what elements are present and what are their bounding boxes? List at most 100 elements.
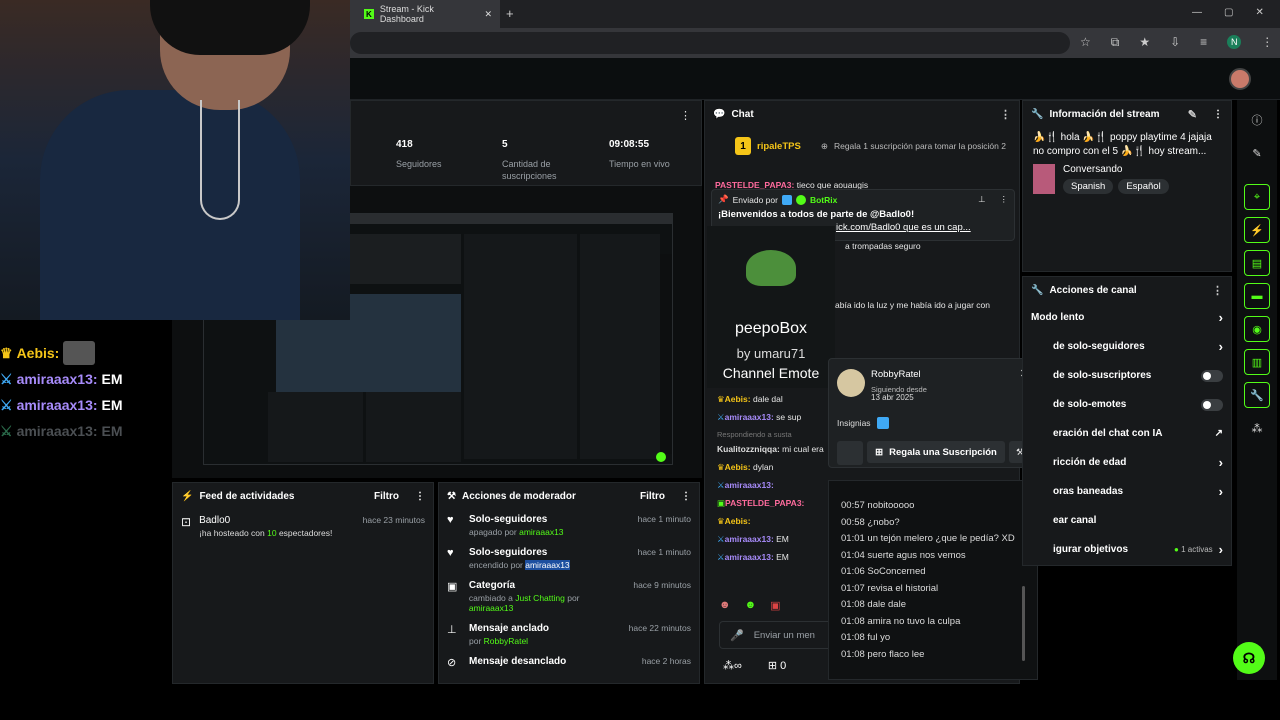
chat-message: ♛Aebis: xyxy=(717,515,751,526)
mod-actions-panel: ⚒ Acciones de moderador Filtro ⋮ ♥ Solo-… xyxy=(438,482,700,684)
slow-mode-row[interactable]: Modo lento › xyxy=(1023,303,1231,332)
mod-menu-icon[interactable]: ⋮ xyxy=(681,491,691,502)
emote-icon[interactable]: ▣ xyxy=(770,599,780,612)
verified-badge-icon xyxy=(795,194,806,205)
edit-icon[interactable]: ✎ xyxy=(1188,108,1197,121)
history-line: 01:06 SoConcerned xyxy=(841,566,926,577)
overlay-chat-line: ⚔ amiraaax13: EM xyxy=(0,396,123,414)
chevron-right-icon: › xyxy=(1218,455,1223,470)
tab-close-icon[interactable]: ✕ xyxy=(484,9,492,20)
chevron-right-icon: › xyxy=(1218,310,1223,325)
chat-footer: ⁂∞ ⊞ 0 xyxy=(723,659,787,672)
feed-menu-icon[interactable]: ⋮ xyxy=(415,491,425,502)
wrench-icon: 🔧 xyxy=(1031,108,1044,120)
stream-info-menu-icon[interactable]: ⋮ xyxy=(1213,109,1223,120)
document-icon[interactable]: ▤ xyxy=(1244,250,1270,276)
history-scrollbar[interactable] xyxy=(1022,586,1025,661)
layout-icon[interactable]: ▥ xyxy=(1244,349,1270,375)
pin-icon: 📌 xyxy=(718,194,729,204)
tag-pill: Spanish xyxy=(1063,179,1114,194)
channel-actions-panel: 🔧 Acciones de canal ⋮ Modo lento › de sol… xyxy=(1022,276,1232,566)
raid-channel-row[interactable]: ear canal xyxy=(1023,506,1231,535)
emotes-only-toggle[interactable] xyxy=(1201,398,1223,411)
chat-message: ⚔amiraaax13: EM xyxy=(717,551,789,562)
activity-feed-panel: ⚡ Feed de actividades Filtro ⋮ ⊡ Badlo0 … xyxy=(172,482,434,684)
goals-row[interactable]: igurar objetivos ● 1 activas › xyxy=(1023,535,1231,564)
webcam-feed xyxy=(0,0,350,320)
tab-title: Stream - Kick Dashboard xyxy=(379,4,434,24)
help-headset-button[interactable]: ☊ xyxy=(1233,642,1265,674)
bookmark-star-icon[interactable]: ☆ xyxy=(1080,35,1091,50)
add-widget-icon[interactable]: ⁂ xyxy=(1244,415,1270,441)
feed-filter-button[interactable]: Filtro xyxy=(374,491,399,502)
history-line: 01:04 suerte agus nos vemos xyxy=(841,549,966,561)
unpin-icon: ⊘ xyxy=(447,657,457,669)
emotes-only-row: de solo-emotes xyxy=(1023,390,1231,419)
lightning-icon[interactable]: ⚡ xyxy=(1244,217,1270,243)
chat-input[interactable]: 🎤 Enviar un men xyxy=(719,621,833,649)
rank-badge: 1 xyxy=(735,137,751,155)
subs-only-toggle[interactable] xyxy=(1201,369,1223,382)
channel-actions-menu-icon[interactable]: ⋮ xyxy=(1212,284,1223,297)
download-icon[interactable]: ⇩ xyxy=(1170,35,1180,50)
mic-icon[interactable]: 🎤 xyxy=(730,629,744,642)
chat-message: ▣PASTELDE_PAPA3: xyxy=(717,497,805,508)
history-line: 01:08 ful yo xyxy=(841,632,891,643)
address-bar[interactable] xyxy=(350,32,1070,54)
unpin-action-icon[interactable]: ⊥ xyxy=(978,194,985,205)
gift-box-icon[interactable]: ⊞ xyxy=(768,660,777,672)
profile-avatar[interactable]: N xyxy=(1227,35,1242,49)
extensions-icon[interactable]: ⧉ xyxy=(1111,35,1120,50)
chat-message: ⚔amiraaax13: EM xyxy=(717,533,789,544)
chat-header: 💬 Chat ⋮ xyxy=(713,108,1011,121)
chat-menu-icon[interactable]: ⋮ xyxy=(1000,108,1011,121)
chevron-right-icon: › xyxy=(1218,542,1223,557)
age-restriction-row[interactable]: ricción de edad › xyxy=(1023,448,1231,477)
info-icon[interactable]: ⓘ xyxy=(1244,107,1270,133)
browser-tab[interactable]: K Stream - Kick Dashboard ✕ xyxy=(350,0,500,28)
emote-card: peepoBox by umaru71 Channel Emote xyxy=(707,226,835,388)
ai-moderation-row[interactable]: eración del chat con IA ↗ xyxy=(1023,419,1231,448)
mod-badge-icon xyxy=(876,417,889,429)
new-tab-button[interactable]: + xyxy=(506,6,514,21)
heart-icon: ♥ xyxy=(447,514,454,526)
overlay-chat-line: ⚔ amiraaax13: EM xyxy=(0,422,123,440)
pinned-menu-icon[interactable]: ⋮ xyxy=(1000,194,1009,205)
mod-item: ♥ Solo-seguidores encendido por amiraaax… xyxy=(447,547,691,570)
banned-words-row[interactable]: oras baneadas › xyxy=(1023,477,1231,506)
mod-filter-button[interactable]: Filtro xyxy=(640,491,665,502)
chat-lower-messages: ♛Aebis: dale dal ⚔amiraaax13: se sup Res… xyxy=(713,391,843,567)
media-icon[interactable]: ≡ xyxy=(1200,35,1207,50)
user-avatar[interactable] xyxy=(1229,68,1251,90)
history-line: 01:08 dale dale xyxy=(841,599,906,610)
user-action-button[interactable] xyxy=(837,441,863,465)
wrench-icon[interactable]: 🔧 xyxy=(1244,382,1270,408)
close-window-icon[interactable]: ✕ xyxy=(1255,7,1263,18)
menu-icon[interactable]: ⋮ xyxy=(1261,35,1273,50)
emote-icon[interactable]: ☻ xyxy=(745,599,757,612)
user-card-avatar xyxy=(837,369,865,397)
infinity-icon[interactable]: ⁂∞ xyxy=(723,659,742,672)
broadcast-icon[interactable]: ◉ xyxy=(1244,316,1270,342)
maximize-icon[interactable]: ▢ xyxy=(1224,7,1233,18)
user-chat-history: 00:57 nobitooooo 00:58 ¿nobo? 01:01 un t… xyxy=(828,480,1038,680)
bookmarks-icon[interactable]: ★ xyxy=(1139,35,1150,50)
right-tool-rail: ⓘ ✎ ⌖ ⚡ ▤ ▬ ◉ ▥ 🔧 ⁂ xyxy=(1237,100,1277,680)
chat-icon[interactable]: ▬ xyxy=(1244,283,1270,309)
pencil-icon[interactable]: ✎ xyxy=(1244,140,1270,166)
chat-message: ♛Aebis: dylan xyxy=(717,462,774,473)
feed-item: ⊡ Badlo0 ¡ha hosteado con 10 espectadore… xyxy=(181,515,425,538)
emote-icon[interactable]: ☻ xyxy=(719,599,731,612)
history-line: 01:08 amira no tuvo la culpa xyxy=(841,615,961,627)
stats-menu-icon[interactable]: ⋮ xyxy=(680,109,691,122)
gift-sub-button[interactable]: ⊞ Regala una Suscripción xyxy=(867,441,1005,463)
host-icon: ⊡ xyxy=(181,515,192,529)
minimize-icon[interactable]: — xyxy=(1192,7,1202,18)
chevron-right-icon: › xyxy=(1218,339,1223,354)
focus-icon[interactable]: ⌖ xyxy=(1244,184,1270,210)
feed-header: ⚡ Feed de actividades Filtro ⋮ xyxy=(181,490,425,502)
peepobox-emote-image xyxy=(746,250,796,286)
gift-icon: ⊕ xyxy=(820,140,828,151)
followers-only-row[interactable]: de solo-seguidores › xyxy=(1023,332,1231,361)
mod-header: ⚒ Acciones de moderador Filtro ⋮ xyxy=(447,490,691,502)
